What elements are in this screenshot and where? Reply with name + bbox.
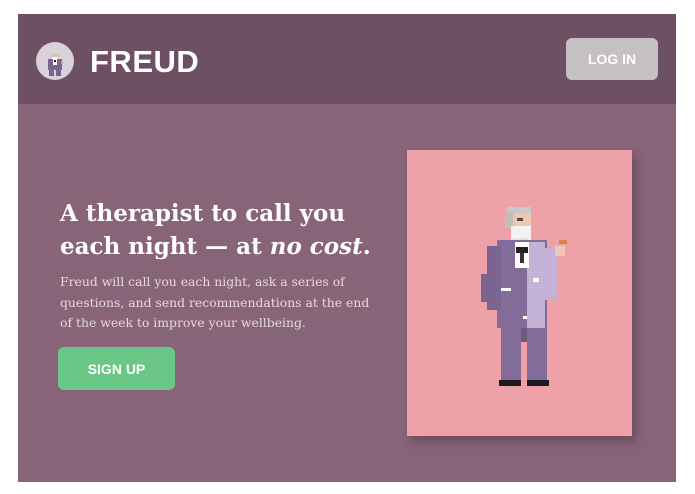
top-navigation-bar: FREUD LOG IN	[18, 14, 676, 104]
freud-illustration	[407, 150, 632, 436]
login-button[interactable]: LOG IN	[566, 38, 658, 80]
brand-name[interactable]: FREUD	[90, 40, 199, 84]
pixel-art-freud-icon	[481, 207, 567, 386]
headline-emphasis: no cost	[269, 233, 363, 260]
freud-logo-icon[interactable]	[36, 42, 74, 80]
headline-period: .	[362, 233, 371, 260]
signup-button[interactable]: SIGN UP	[58, 347, 175, 390]
freud-portrait-icon	[48, 50, 63, 76]
landing-page: FREUD LOG IN A therapist to call you eac…	[18, 14, 676, 482]
hero-headline: A therapist to call you each night — at …	[60, 197, 390, 263]
hero-description: Freud will call you each night, ask a se…	[60, 274, 370, 330]
